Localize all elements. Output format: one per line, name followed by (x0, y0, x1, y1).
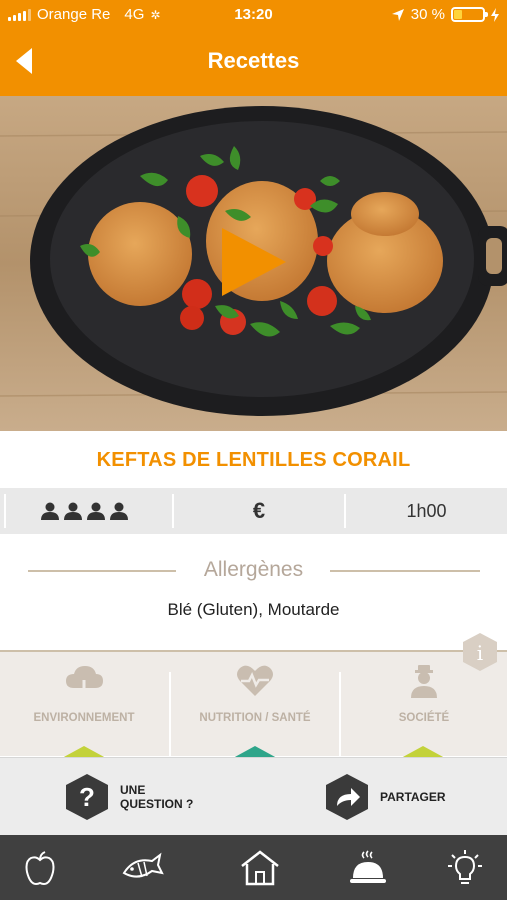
category-environment[interactable]: ENVIRONNEMENT (0, 652, 168, 758)
category-label: SOCIÉTÉ (398, 712, 450, 724)
duration-label: 1h00 (406, 500, 447, 521)
svg-text:i: i (477, 641, 483, 665)
recipe-title: KEFTAS DE LENTILLES CORAIL (96, 449, 411, 471)
ask-question-label-line1: UNE (120, 783, 146, 797)
top-bar: Orange Re 4G ✲ 13:20 30 % Recettes (0, 0, 507, 96)
battery-percent: 30 % (410, 6, 445, 23)
play-video-icon[interactable] (214, 224, 290, 300)
status-bar: Orange Re 4G ✲ 13:20 30 % (0, 0, 507, 30)
person-icon (411, 665, 437, 698)
ask-question-label: UNE QUESTION ? (120, 783, 193, 811)
page-title: Recettes (207, 48, 300, 73)
lightbulb-icon (448, 850, 482, 884)
servings-icon (40, 502, 129, 520)
nav-item-home[interactable] (230, 845, 290, 891)
servings-cell (0, 488, 168, 534)
cloud-icon (66, 666, 103, 697)
nav-item-recipes[interactable] (338, 845, 398, 891)
nav-item-fish[interactable] (112, 845, 172, 891)
share-icon (326, 774, 368, 820)
ask-question-label-line2: QUESTION ? (120, 797, 194, 811)
category-nutrition[interactable]: NUTRITION / SANTÉ (171, 652, 339, 758)
heart-pulse-icon (237, 665, 273, 696)
home-icon (241, 850, 279, 886)
allergens-heading: Allergènes (203, 558, 304, 581)
nav-item-apple[interactable] (10, 845, 70, 891)
cloche-icon (350, 850, 386, 883)
ask-question-button[interactable]: ? UNE QUESTION ? (64, 758, 193, 836)
location-arrow-icon (391, 8, 404, 21)
divider (4, 494, 6, 528)
battery-icon (451, 7, 488, 22)
category-label: NUTRITION / SANTÉ (199, 712, 311, 724)
apple-icon (25, 851, 55, 886)
category-label: ENVIRONNEMENT (33, 712, 135, 724)
impact-categories: ENVIRONNEMENT NUTRITION / SANTÉ SOCIÉTÉ (0, 650, 507, 758)
info-icon[interactable]: i (461, 632, 499, 672)
recipe-image[interactable] (0, 96, 507, 431)
svg-text:?: ? (79, 782, 95, 812)
allergens-list: Blé (Gluten), Moutarde (167, 600, 340, 619)
question-icon: ? (66, 774, 108, 820)
duration-cell: 1h00 (346, 488, 507, 534)
share-label: PARTAGER (380, 790, 446, 804)
recipe-info-bar: € 1h00 (0, 488, 507, 534)
bottom-navigation (0, 835, 507, 900)
share-button[interactable]: PARTAGER (324, 758, 446, 836)
charging-icon (491, 7, 499, 22)
price-cell: € (174, 488, 344, 534)
nav-item-tips[interactable] (435, 845, 495, 891)
action-bar: ? UNE QUESTION ? PARTAGER (0, 757, 507, 835)
fish-icon (122, 852, 164, 878)
price-label: € (252, 498, 266, 523)
